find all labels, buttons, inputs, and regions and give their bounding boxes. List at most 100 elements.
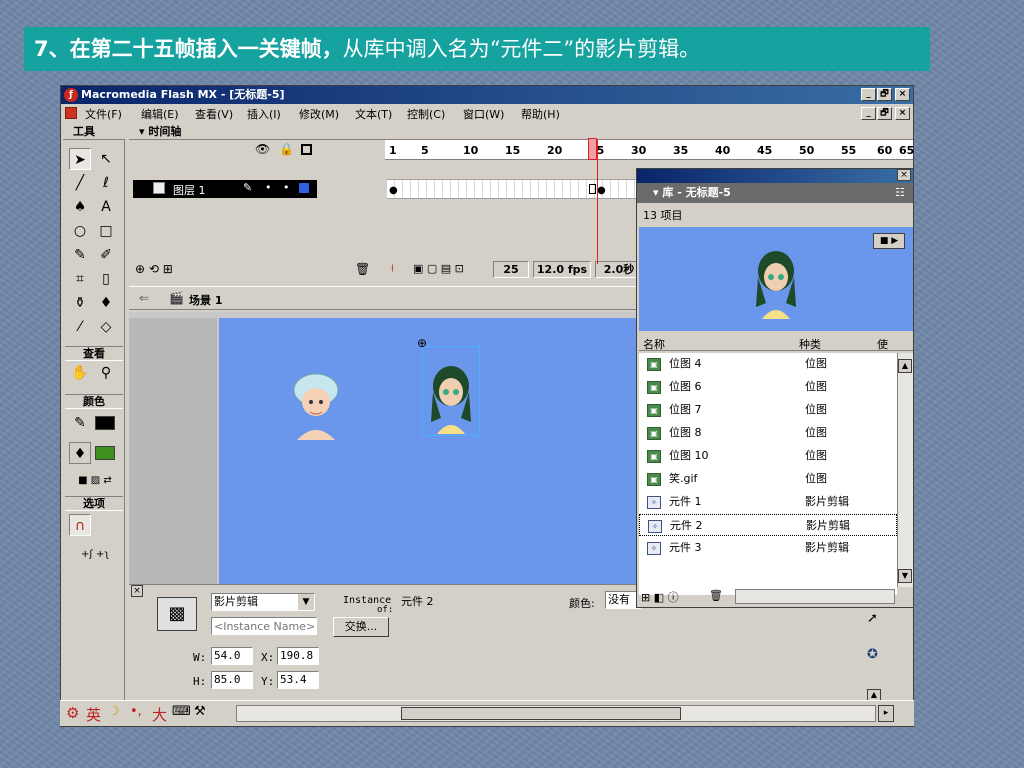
accessibility-icon[interactable]: ✪: [867, 647, 878, 662]
pen-tool-icon[interactable]: ♠: [69, 196, 91, 218]
height-field[interactable]: 85.0: [211, 671, 253, 689]
close-button[interactable]: ×: [895, 88, 910, 101]
props-collapse-icon[interactable]: ×: [131, 585, 143, 597]
library-item[interactable]: ✧ 元件 1 影片剪辑: [639, 491, 897, 513]
eyedropper-tool-icon[interactable]: ⁄: [69, 316, 91, 338]
library-item[interactable]: ▣ 位图 7 位图: [639, 399, 897, 421]
doc-maximize-button[interactable]: 🗗: [877, 107, 892, 120]
fill-color-swatch[interactable]: [95, 446, 115, 460]
stroke-color-swatch[interactable]: [95, 416, 115, 430]
layer-outline-color-icon[interactable]: [299, 183, 309, 193]
library-item[interactable]: ✧ 元件 3 影片剪辑: [639, 537, 897, 559]
trash-icon[interactable]: 🗑: [355, 262, 370, 276]
symbol-2-character[interactable]: [425, 362, 477, 434]
new-symbol-icons[interactable]: ⊞ ◧ ⓘ: [641, 589, 679, 605]
eraser-tool-icon[interactable]: ◇: [95, 316, 117, 338]
ink-bottle-tool-icon[interactable]: ⚱: [69, 292, 91, 314]
y-field[interactable]: 53.4: [277, 671, 319, 689]
fill-transform-tool-icon[interactable]: ▯: [95, 268, 117, 290]
text-tool-icon[interactable]: A: [95, 196, 117, 218]
instance-name-input[interactable]: [211, 617, 317, 635]
doc-close-button[interactable]: ×: [895, 107, 910, 120]
minimize-button[interactable]: _: [861, 88, 876, 101]
ime-tools-icon[interactable]: ⚒: [194, 704, 206, 719]
library-delete-icon[interactable]: 🗑: [709, 589, 723, 602]
fps-field[interactable]: 12.0 fps: [533, 261, 591, 278]
col-use-header[interactable]: 使: [877, 336, 888, 352]
line-tool-icon[interactable]: ╱: [69, 172, 91, 194]
smooth-straighten-icon[interactable]: +ʃ +ʅ: [67, 544, 123, 566]
playhead-marker[interactable]: [588, 138, 597, 160]
menu-help[interactable]: 帮助(H): [521, 106, 560, 122]
title-bar[interactable]: ƒ Macromedia Flash MX - [无标题-5] _ 🗗 ×: [61, 86, 913, 104]
hand-tool-icon[interactable]: ✋: [69, 362, 91, 384]
symbol-behavior-select[interactable]: 影片剪辑 ▼: [211, 593, 315, 611]
lock-dot-icon[interactable]: •: [283, 181, 290, 194]
outline-icon[interactable]: [301, 144, 312, 155]
menu-view[interactable]: 查看(V): [195, 106, 233, 122]
pencil-tool-icon[interactable]: ✎: [69, 244, 91, 266]
keyboard-icon[interactable]: ⌨: [172, 704, 191, 719]
x-field[interactable]: 190.8: [277, 647, 319, 665]
scroll-thumb[interactable]: [401, 707, 681, 720]
brush-tool-icon[interactable]: ✐: [95, 244, 117, 266]
onion-skin-icons[interactable]: ▣ ▢ ▤ ⊡: [413, 262, 464, 275]
add-layer-icon[interactable]: ⊕ ⟲ ⊞: [135, 262, 173, 276]
menu-control[interactable]: 控制(C): [407, 106, 445, 122]
layer-row[interactable]: 图层 1 ✎ • •: [133, 180, 317, 198]
library-header[interactable]: ▾ 库 - 无标题-5 ☷: [637, 183, 913, 203]
help-arrow-icon[interactable]: ➚: [867, 611, 878, 626]
scroll-up-icon[interactable]: ▲: [898, 359, 912, 373]
magnet-icon[interactable]: ∩: [69, 514, 91, 536]
menu-insert[interactable]: 插入(I): [247, 106, 281, 122]
subselect-tool-icon[interactable]: ↖: [95, 148, 117, 170]
arrow-tool-icon[interactable]: ➤: [69, 148, 91, 170]
symbol-1-character[interactable]: [289, 368, 343, 440]
lock-icon[interactable]: 🔒: [279, 142, 294, 156]
paint-bucket-tool-icon[interactable]: ♦: [95, 292, 117, 314]
back-arrow-icon[interactable]: ⇐: [139, 291, 149, 305]
scroll-down-icon[interactable]: ▼: [898, 569, 912, 583]
full-width-mode[interactable]: 大: [152, 704, 167, 725]
library-options-icon[interactable]: ☷: [895, 183, 905, 203]
menu-file[interactable]: 文件(F): [85, 106, 122, 122]
oval-tool-icon[interactable]: ○: [69, 220, 91, 242]
moon-icon[interactable]: ☽: [108, 704, 120, 719]
eye-icon[interactable]: 👁: [255, 142, 270, 156]
library-close-button[interactable]: ×: [897, 169, 911, 181]
timeline-header[interactable]: ▾ 时间轴: [129, 124, 913, 140]
library-scrollbar[interactable]: ▲ ▼: [897, 353, 913, 587]
menu-edit[interactable]: 编辑(E): [141, 106, 179, 122]
doc-minimize-button[interactable]: _: [861, 107, 876, 120]
col-name-header[interactable]: 名称: [643, 336, 665, 352]
horizontal-scrollbar[interactable]: [236, 705, 876, 722]
zoom-tool-icon[interactable]: ⚲: [95, 362, 117, 384]
library-hscrollbar[interactable]: [735, 589, 895, 604]
visible-dot-icon[interactable]: •: [265, 181, 272, 194]
scroll-right-icon[interactable]: ▸: [878, 705, 894, 722]
col-kind-header[interactable]: 种类: [799, 336, 821, 352]
timeline-ruler[interactable]: 1 5 10 15 20 25 30 35 40 45 50 55 60 65: [385, 138, 914, 160]
swap-colors-icon[interactable]: ■ ▨ ⇄: [67, 470, 123, 492]
library-item[interactable]: ▣ 位图 8 位图: [639, 422, 897, 444]
library-item[interactable]: ▣ 位图 10 位图: [639, 445, 897, 467]
library-titlebar[interactable]: ×: [637, 169, 913, 183]
center-frame-icon[interactable]: ⍿: [391, 262, 394, 276]
library-item-selected[interactable]: ✧ 元件 2 影片剪辑: [639, 514, 897, 536]
ime-mode[interactable]: 英: [86, 704, 101, 725]
rectangle-tool-icon[interactable]: □: [95, 220, 117, 242]
menu-modify[interactable]: 修改(M): [299, 106, 339, 122]
library-item[interactable]: ▣ 位图 4 位图: [639, 353, 897, 375]
menu-text[interactable]: 文本(T): [355, 106, 392, 122]
width-field[interactable]: 54.0: [211, 647, 253, 665]
transform-tool-icon[interactable]: ⌗: [69, 268, 91, 290]
toolbox-header[interactable]: 工具: [63, 124, 125, 140]
preview-play-controls-icon[interactable]: ■ ▶: [873, 233, 905, 249]
scene-label[interactable]: 场景 1: [189, 292, 222, 308]
punctuation-icon[interactable]: •,: [130, 704, 142, 719]
maximize-button[interactable]: 🗗: [877, 88, 892, 101]
lasso-tool-icon[interactable]: ℓ: [95, 172, 117, 194]
library-item[interactable]: ▣ 笑.gif 位图: [639, 468, 897, 490]
library-item[interactable]: ▣ 位图 6 位图: [639, 376, 897, 398]
menu-window[interactable]: 窗口(W): [463, 106, 504, 122]
